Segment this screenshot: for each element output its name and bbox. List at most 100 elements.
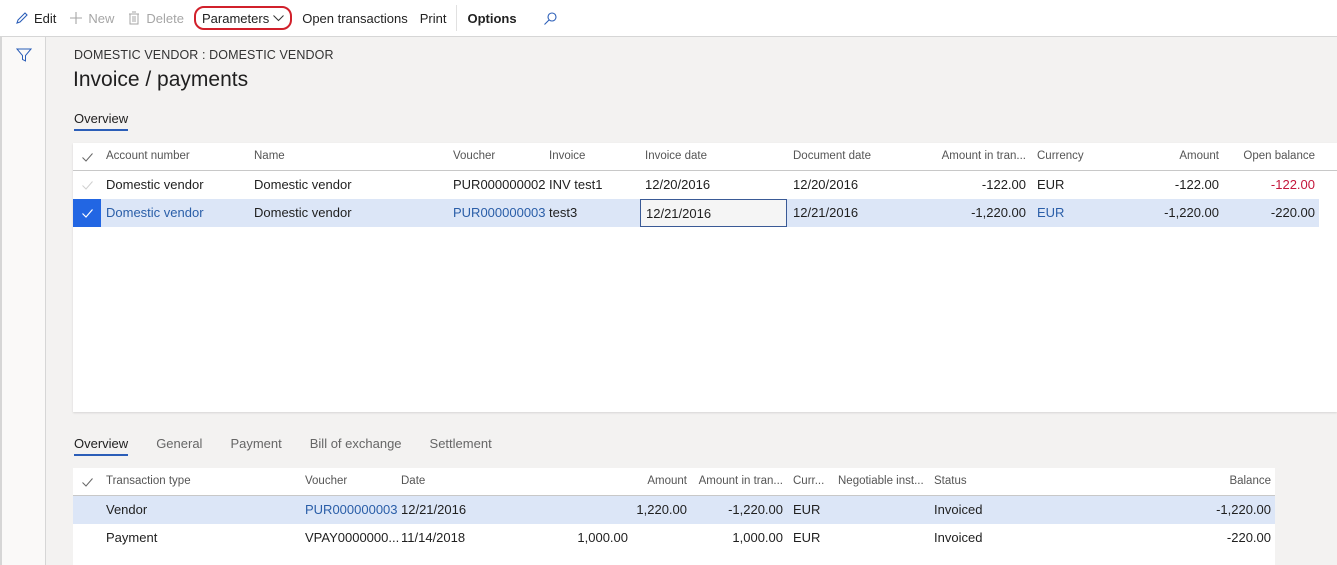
tab-settlement[interactable]: Settlement (430, 436, 492, 456)
edit-button[interactable]: Edit (8, 5, 62, 31)
col-amount-in-transaction-currency[interactable]: Amount in tran... (926, 143, 1026, 171)
cell-date: 11/14/2018 (401, 530, 466, 545)
cell-amount: -1,220.00 (1164, 205, 1219, 220)
print-label: Print (419, 10, 447, 26)
cell-negotiable-instrument (838, 524, 928, 552)
cell-document-date: 12/21/2016 (793, 205, 859, 220)
options-button[interactable]: Options (461, 5, 522, 31)
col-account-number[interactable]: Account number (106, 143, 246, 171)
pencil-icon (14, 10, 30, 26)
invoices-grid: Account number Name Voucher Invoice Invo… (73, 143, 1337, 412)
cell-name: Domestic vendor (254, 205, 352, 220)
col-open-balance[interactable]: Open balance (1225, 143, 1315, 171)
cell-currency: EUR (793, 502, 821, 517)
tab-general[interactable]: General (156, 436, 202, 456)
col-negotiable-instrument[interactable]: Negotiable inst... (838, 468, 928, 496)
select-all-checkbox[interactable] (73, 468, 101, 496)
cell-account-number[interactable]: Domestic vendor (106, 199, 246, 227)
top-tabs: Overview (74, 111, 156, 131)
cell-balance: -220.00 (1226, 530, 1271, 545)
col-balance[interactable]: Balance (1173, 468, 1271, 496)
tab-overview[interactable]: Overview (74, 111, 129, 131)
cell-voucher: VPAY0000000... (305, 530, 400, 545)
open-transactions-button[interactable]: Open transactions (296, 5, 414, 31)
col-voucher[interactable]: Voucher (305, 468, 395, 496)
cell-document-date: 12/20/2016 (793, 177, 859, 192)
cell-name: Domestic vendor (254, 177, 352, 192)
col-name[interactable]: Name (254, 143, 444, 171)
cell-invoice: INV test1 (549, 177, 603, 192)
cell-amount-in-transaction-currency: -122.00 (981, 177, 1026, 192)
cell-transaction-type: Payment (106, 530, 158, 545)
left-rail (0, 37, 46, 565)
cell-amount-in-transaction-currency: -1,220.00 (971, 205, 1026, 220)
filter-icon[interactable] (15, 47, 34, 65)
cell-amount (587, 524, 687, 552)
tab-payment[interactable]: Payment (230, 436, 281, 456)
cell-currency: EUR (793, 530, 821, 545)
cell-negotiable-instrument (838, 496, 928, 524)
cell-voucher[interactable]: PUR000000003 (453, 199, 549, 227)
cell-invoice-date[interactable]: 12/20/2016 (645, 171, 785, 199)
col-amount[interactable]: Amount (633, 468, 687, 496)
tab-overview-detail[interactable]: Overview (74, 436, 129, 456)
parameters-label: Parameters (202, 10, 270, 26)
plus-icon (68, 10, 84, 26)
search-button[interactable] (537, 5, 569, 31)
chevron-down-icon (273, 14, 285, 22)
col-invoice[interactable]: Invoice (549, 143, 639, 171)
trash-icon (126, 10, 142, 26)
new-button[interactable]: New (62, 5, 120, 31)
page-title: Invoice / payments (73, 68, 249, 91)
cell-invoice-date[interactable]: 12/21/2016 (640, 199, 787, 227)
row-checkbox[interactable] (73, 199, 101, 227)
invoices-grid-header: Account number Name Voucher Invoice Invo… (73, 143, 1337, 171)
delete-button[interactable]: Delete (120, 5, 190, 31)
toolbar-divider (456, 5, 458, 31)
table-row[interactable]: Vendor PUR000000003 12/21/2016 1,220.00 … (73, 496, 1275, 524)
cell-account-number[interactable]: Domestic vendor (106, 171, 246, 199)
parameters-menu-button[interactable]: Parameters (194, 6, 293, 30)
options-label: Options (467, 10, 517, 26)
cell-open-balance: -122.00 (1270, 177, 1315, 192)
cell-balance: -1,220.00 (1216, 502, 1271, 517)
cell-open-balance: -220.00 (1270, 205, 1315, 220)
cell-currency[interactable]: EUR (1037, 199, 1127, 227)
cell-voucher: PUR000000002 (453, 177, 546, 192)
cell-currency: EUR (1037, 177, 1065, 192)
cell-date: 12/21/2016 (401, 502, 467, 517)
select-all-checkbox[interactable] (73, 143, 101, 171)
col-amount[interactable]: Amount (1119, 143, 1219, 171)
transactions-grid-header: Transaction type Voucher Date Amount Amo… (73, 468, 1275, 496)
col-transaction-type[interactable]: Transaction type (106, 468, 296, 496)
open-transactions-label: Open transactions (302, 10, 408, 26)
col-voucher[interactable]: Voucher (453, 143, 543, 171)
row-checkbox[interactable] (73, 171, 101, 199)
edit-label: Edit (34, 10, 57, 26)
col-status[interactable]: Status (934, 468, 1024, 496)
col-date[interactable]: Date (401, 468, 491, 496)
cell-voucher[interactable]: PUR000000003 (305, 496, 401, 524)
cell-status: Invoiced (934, 530, 983, 545)
col-currency[interactable]: Curr... (793, 468, 833, 496)
col-invoice-date[interactable]: Invoice date (645, 143, 785, 171)
table-row[interactable]: Domestic vendor Domestic vendor PUR00000… (73, 171, 1337, 199)
col-amount-in-transaction-currency[interactable]: Amount in tran... (691, 468, 783, 496)
tab-bill-of-exchange[interactable]: Bill of exchange (310, 436, 402, 456)
cell-amount-in-transaction-currency: 1,000.00 (732, 530, 783, 545)
record-caption: DOMESTIC VENDOR : DOMESTIC VENDOR (74, 48, 334, 62)
detail-tabs: Overview General Payment Bill of exchang… (74, 436, 520, 456)
table-row[interactable]: Domestic vendor Domestic vendor PUR00000… (73, 199, 1319, 227)
transactions-grid: Transaction type Voucher Date Amount Amo… (73, 468, 1275, 565)
col-currency[interactable]: Currency (1037, 143, 1127, 171)
action-pane: Edit New Delete Parameters Open transact… (0, 0, 1337, 37)
cell-invoice: test3 (549, 205, 578, 220)
cell-amount: -122.00 (1174, 177, 1219, 192)
print-button[interactable]: Print (414, 5, 453, 31)
col-document-date[interactable]: Document date (793, 143, 933, 171)
new-label: New (88, 10, 115, 26)
table-row[interactable]: Payment VPAY0000000... 11/14/2018 1,000.… (73, 524, 1275, 552)
search-icon (543, 10, 559, 26)
cell-transaction-type: Vendor (106, 502, 148, 517)
delete-label: Delete (146, 10, 184, 26)
